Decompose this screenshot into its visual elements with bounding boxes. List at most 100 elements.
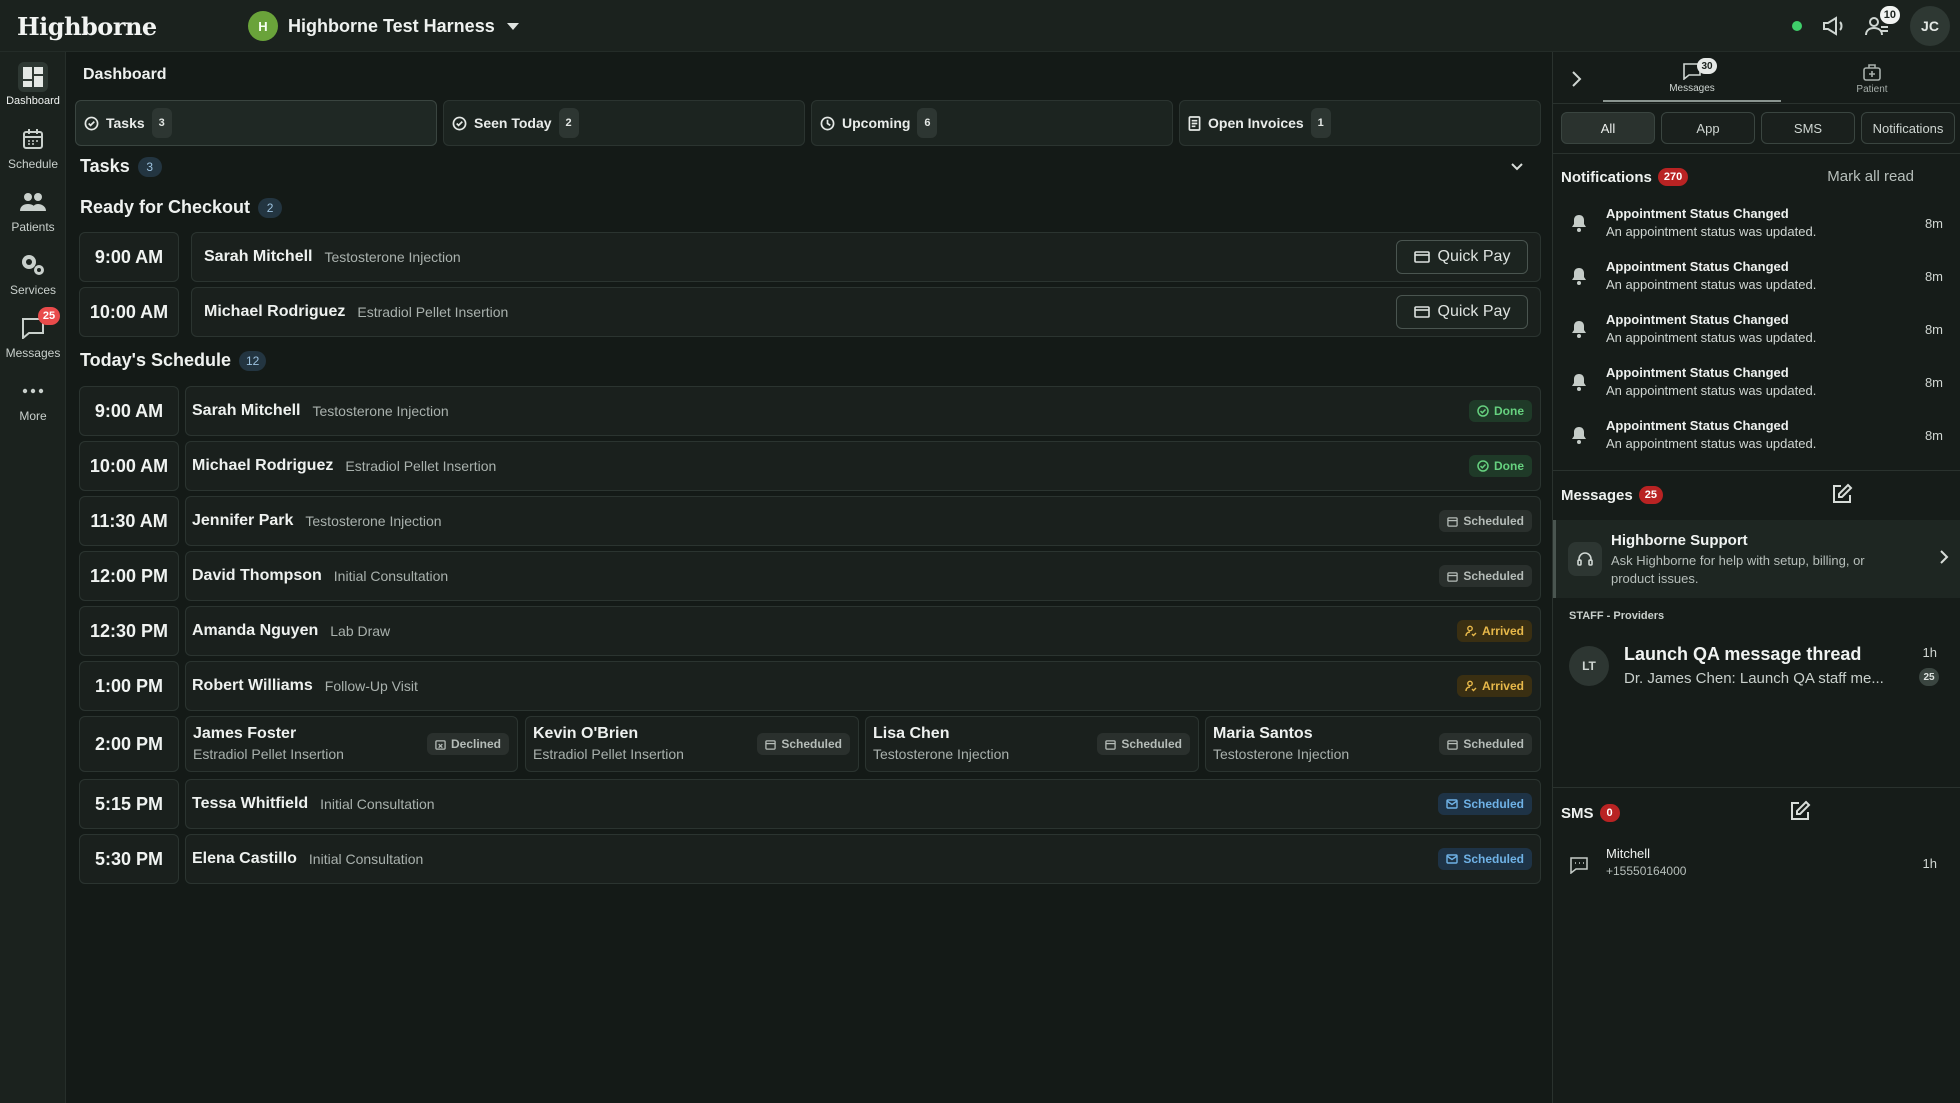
messages-title: Messages bbox=[1561, 486, 1633, 504]
quick-pay-button[interactable]: Quick Pay bbox=[1396, 240, 1528, 274]
megaphone-icon bbox=[1823, 16, 1843, 36]
checkout-row[interactable]: 9:00 AM Sarah Mitchell Testosterone Inje… bbox=[79, 232, 1541, 282]
credit-card-icon bbox=[1413, 306, 1430, 318]
nav-services[interactable]: Services bbox=[0, 250, 66, 310]
sms-item[interactable]: Mitchell +15550164000 1h bbox=[1553, 838, 1960, 890]
tab-patient-label: Patient bbox=[1856, 84, 1888, 95]
notification-time: 8m bbox=[1924, 216, 1943, 231]
filter-app[interactable]: App bbox=[1661, 112, 1755, 144]
nav-schedule[interactable]: Schedule bbox=[0, 124, 66, 184]
chevron-down-icon[interactable] bbox=[1510, 160, 1524, 174]
dashboard-icon bbox=[18, 62, 48, 92]
quick-pay-button[interactable]: Quick Pay bbox=[1396, 295, 1528, 329]
nav-dashboard[interactable]: Dashboard bbox=[0, 62, 66, 122]
filter-sms[interactable]: SMS bbox=[1761, 112, 1855, 144]
status-label: Scheduled bbox=[781, 737, 842, 751]
tasks-header[interactable]: Tasks 3 bbox=[80, 156, 162, 177]
status-badge: Scheduled bbox=[1439, 510, 1532, 532]
nav-more[interactable]: More bbox=[0, 376, 66, 436]
check-circle-icon bbox=[1477, 460, 1489, 472]
nav-messages-label: Messages bbox=[5, 346, 61, 360]
user-avatar[interactable]: JC bbox=[1910, 6, 1950, 46]
calendar-icon bbox=[1447, 516, 1459, 527]
schedule-row[interactable]: 9:00 AM Sarah Mitchell Testosterone Inje… bbox=[79, 386, 1541, 436]
team-button[interactable]: 10 bbox=[1862, 6, 1900, 40]
schedule-row[interactable]: 12:30 PM Amanda Nguyen Lab Draw Arrived bbox=[79, 606, 1541, 656]
schedule-row[interactable]: 12:00 PM David Thompson Initial Consulta… bbox=[79, 551, 1541, 601]
schedule-row[interactable]: 5:30 PM Elena Castillo Initial Consultat… bbox=[79, 834, 1541, 884]
appointment-card[interactable]: Amanda Nguyen Lab Draw Arrived bbox=[185, 606, 1541, 656]
status-badge: Done bbox=[1469, 400, 1532, 422]
appointment-card[interactable]: Michael Rodriguez Estradiol Pellet Inser… bbox=[185, 441, 1541, 491]
patient-name: Michael Rodriguez bbox=[204, 303, 346, 320]
status-label: Scheduled bbox=[1463, 852, 1524, 866]
appointment-time: 11:30 AM bbox=[79, 496, 179, 546]
appointment-card[interactable]: Jennifer Park Testosterone Injection Sch… bbox=[185, 496, 1541, 546]
appointment-card[interactable]: Kevin O'Brien Estradiol Pellet Insertion… bbox=[525, 716, 859, 772]
checkout-row[interactable]: 10:00 AM Michael Rodriguez Estradiol Pel… bbox=[79, 287, 1541, 337]
compose-icon[interactable] bbox=[1831, 483, 1853, 505]
appointment-card[interactable]: Elena Castillo Initial Consultation Sche… bbox=[185, 834, 1541, 884]
tasks-count: 3 bbox=[137, 156, 162, 177]
notification-time: 8m bbox=[1924, 375, 1943, 390]
gears-icon bbox=[18, 250, 48, 280]
service-name: Follow-Up Visit bbox=[324, 678, 418, 694]
support-desc: Ask Highborne for help with setup, billi… bbox=[1611, 553, 1865, 586]
schedule-row[interactable]: 5:15 PM Tessa Whitfield Initial Consulta… bbox=[79, 779, 1541, 829]
appointment-card[interactable]: Lisa Chen Testosterone Injection Schedul… bbox=[865, 716, 1199, 772]
notification-item[interactable]: Appointment Status Changed An appointmen… bbox=[1553, 412, 1960, 464]
status-label: Scheduled bbox=[1463, 737, 1524, 751]
notification-item[interactable]: Appointment Status Changed An appointmen… bbox=[1553, 359, 1960, 411]
notification-item[interactable]: Appointment Status Changed An appointmen… bbox=[1553, 200, 1960, 252]
tasks-title: Tasks bbox=[80, 156, 130, 176]
message-square-icon bbox=[1570, 857, 1588, 874]
workspace-name: Highborne Test Harness bbox=[288, 15, 495, 36]
schedule-row[interactable]: 10:00 AM Michael Rodriguez Estradiol Pel… bbox=[79, 441, 1541, 491]
schedule-row[interactable]: 1:00 PM Robert Williams Follow-Up Visit … bbox=[79, 661, 1541, 711]
messages-header: Messages 25 bbox=[1561, 486, 1663, 504]
thread-time: 1h bbox=[1922, 645, 1937, 660]
notification-item[interactable]: Appointment Status Changed An appointmen… bbox=[1553, 253, 1960, 305]
appointment-card[interactable]: James Foster Estradiol Pellet Insertion … bbox=[185, 716, 518, 772]
clock-icon bbox=[820, 116, 835, 130]
service-name: Estradiol Pellet Insertion bbox=[357, 304, 509, 320]
tab-tasks[interactable]: Tasks 3 bbox=[75, 100, 437, 146]
announcement-button[interactable] bbox=[1818, 12, 1848, 40]
filter-all[interactable]: All bbox=[1561, 112, 1655, 144]
tab-open-invoices[interactable]: Open Invoices 1 bbox=[1179, 100, 1541, 146]
tab-patient[interactable]: Patient bbox=[1783, 56, 1960, 102]
status-badge: Done bbox=[1469, 455, 1532, 477]
notification-item[interactable]: Appointment Status Changed An appointmen… bbox=[1553, 306, 1960, 358]
tab-upcoming-label: Upcoming bbox=[842, 115, 911, 131]
filter-notifications[interactable]: Notifications bbox=[1861, 112, 1955, 144]
appointment-card[interactable]: Maria Santos Testosterone Injection Sche… bbox=[1205, 716, 1541, 772]
tab-upcoming[interactable]: Upcoming 6 bbox=[811, 100, 1173, 146]
mark-all-read-button[interactable]: Mark all read bbox=[1827, 168, 1914, 185]
tab-messages[interactable]: 30 Messages bbox=[1603, 56, 1781, 102]
chevron-right-icon[interactable] bbox=[1565, 68, 1587, 90]
schedule-count: 12 bbox=[239, 350, 267, 371]
calendar-icon bbox=[1447, 739, 1459, 750]
app-logo[interactable]: Highborne bbox=[17, 12, 157, 41]
tab-seen-today[interactable]: Seen Today 2 bbox=[443, 100, 805, 146]
message-thread[interactable]: LT Launch QA message thread Dr. James Ch… bbox=[1553, 630, 1960, 702]
appointment-card[interactable]: Sarah Mitchell Testosterone Injection Do… bbox=[185, 386, 1541, 436]
compose-icon[interactable] bbox=[1789, 800, 1811, 822]
schedule-row[interactable]: 11:30 AM Jennifer Park Testosterone Inje… bbox=[79, 496, 1541, 546]
workspace-switcher[interactable]: H Highborne Test Harness bbox=[248, 11, 519, 41]
calendar-x-icon bbox=[435, 739, 446, 750]
appointment-card[interactable]: David Thompson Initial Consultation Sche… bbox=[185, 551, 1541, 601]
calendar-icon bbox=[1105, 739, 1117, 750]
divider bbox=[1553, 470, 1960, 471]
nav-messages[interactable]: 25 Messages bbox=[0, 307, 66, 373]
status-badge: Arrived bbox=[1456, 675, 1532, 697]
appointment-card[interactable]: Tessa Whitfield Initial Consultation Sch… bbox=[185, 779, 1541, 829]
messages-badge: 25 bbox=[38, 307, 60, 325]
nav-patients[interactable]: Patients bbox=[0, 187, 66, 247]
checkout-card[interactable]: Sarah Mitchell Testosterone Injection Qu… bbox=[191, 232, 1541, 282]
appointment-card[interactable]: Robert Williams Follow-Up Visit Arrived bbox=[185, 661, 1541, 711]
support-thread[interactable]: Highborne Support Ask Highborne for help… bbox=[1553, 520, 1960, 598]
checkout-card[interactable]: Michael Rodriguez Estradiol Pellet Inser… bbox=[191, 287, 1541, 337]
status-badge: Scheduled bbox=[1439, 565, 1532, 587]
nav-schedule-label: Schedule bbox=[7, 157, 59, 171]
